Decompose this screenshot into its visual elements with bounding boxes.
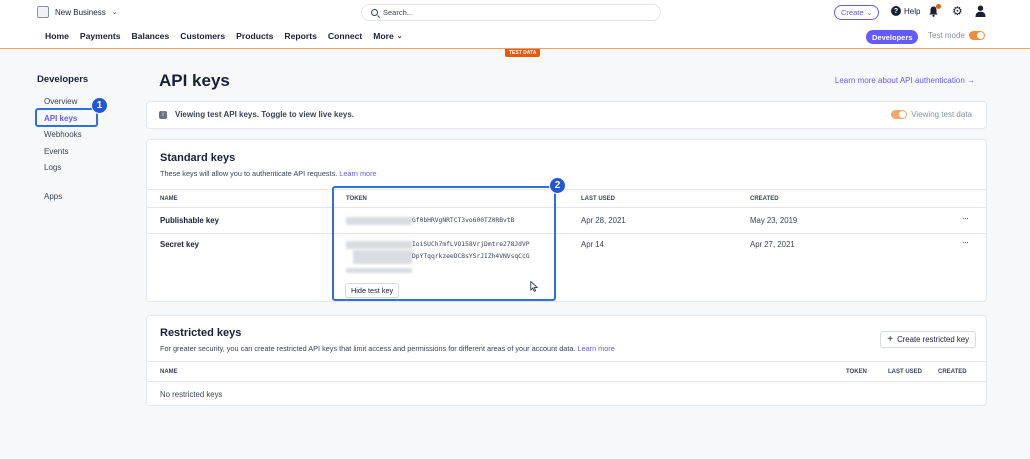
help-icon: ? (891, 6, 901, 16)
sidebar-item-events[interactable]: Events (44, 146, 82, 163)
more-options-icon[interactable]: ··· (962, 237, 969, 247)
account-switcher[interactable]: New Business ⌄ (37, 6, 118, 18)
test-mode-label: Test mode (928, 31, 965, 40)
step-badge-1: 1 (91, 97, 108, 114)
divider (147, 381, 986, 382)
nav-products[interactable]: Products (236, 31, 273, 41)
top-bar: New Business ⌄ Search... Create ⌄ ? Help… (0, 0, 1030, 26)
restricted-keys-card: Restricted keys For greater security, yo… (146, 315, 987, 406)
restricted-keys-subtitle: For greater security, you can create res… (160, 344, 615, 353)
chevron-down-icon: ⌄ (111, 9, 118, 16)
account-icon (37, 6, 49, 18)
empty-state-text: No restricted keys (160, 390, 223, 399)
banner-text: Viewing test API keys. Toggle to view li… (175, 110, 355, 119)
nav-home[interactable]: Home (45, 31, 69, 41)
col-name: NAME (160, 196, 178, 202)
chevron-down-icon: ⌄ (866, 9, 873, 17)
create-label: Create (841, 8, 864, 17)
divider (147, 207, 986, 208)
help-button[interactable]: ? Help (891, 6, 920, 16)
sidebar-title: Developers (37, 74, 89, 85)
highlight-box-api-keys (35, 108, 98, 127)
banner-toggle-label: Viewing test data (911, 110, 972, 119)
col-created: CREATED (750, 196, 779, 202)
account-name: New Business (55, 7, 106, 17)
col-name: NAME (160, 369, 178, 375)
sidebar-item-webhooks[interactable]: Webhooks (44, 129, 82, 146)
publishable-key-name: Publishable key (160, 216, 219, 225)
more-options-icon[interactable]: ··· (962, 213, 969, 223)
divider (147, 361, 986, 362)
mouse-cursor-icon (530, 281, 539, 292)
page-title: API keys (159, 71, 230, 90)
publishable-key-created: May 23, 2019 (750, 216, 798, 225)
secret-key-created: Apr 27, 2021 (750, 240, 795, 249)
divider (147, 189, 986, 190)
viewing-test-data-toggle[interactable]: Viewing test data (891, 110, 972, 119)
restricted-keys-title: Restricted keys (160, 327, 242, 339)
nav-reports[interactable]: Reports (284, 31, 316, 41)
test-data-tag: TEST DATA (505, 49, 541, 57)
secret-key-name: Secret key (160, 240, 200, 249)
developers-button[interactable]: Developers (866, 30, 919, 44)
col-last-used: LAST USED (888, 369, 923, 375)
restricted-keys-learn-more-link[interactable]: Learn more (577, 344, 614, 353)
create-restricted-key-button[interactable]: + Create restricted key (880, 331, 976, 348)
main-nav: Home Payments Balances Customers Product… (0, 26, 1030, 49)
create-button[interactable]: Create ⌄ (834, 5, 880, 20)
step-badge-2: 2 (549, 177, 566, 194)
nav-connect[interactable]: Connect (328, 31, 362, 41)
plus-icon: + (887, 333, 894, 345)
standard-keys-card: Standard keys These keys will allow you … (146, 139, 987, 302)
col-token: TOKEN (846, 369, 867, 375)
help-label: Help (904, 6, 921, 16)
standard-keys-subtitle-text: These keys will allow you to authenticat… (160, 169, 338, 178)
col-last-used: LAST USED (581, 196, 616, 202)
test-keys-banner: i Viewing test API keys. Toggle to view … (146, 101, 987, 129)
highlight-box-token (332, 186, 556, 301)
gear-icon[interactable]: ⚙ (952, 5, 963, 17)
secret-key-last-used: Apr 14 (581, 240, 604, 249)
sidebar-item-apps[interactable]: Apps (44, 191, 82, 208)
nav-more[interactable]: More ⌄ (373, 31, 402, 41)
nav-payments[interactable]: Payments (80, 31, 121, 41)
divider (147, 233, 986, 234)
nav-more-label: More (373, 31, 394, 41)
col-created: CREATED (938, 369, 967, 375)
sidebar-item-logs[interactable]: Logs (44, 162, 82, 179)
search-input[interactable]: Search... (361, 4, 661, 21)
account-icon[interactable] (975, 5, 986, 17)
info-icon: i (159, 111, 167, 119)
publishable-key-last-used: Apr 28, 2021 (581, 216, 626, 225)
standard-keys-title: Standard keys (160, 152, 236, 164)
toggle-switch (891, 110, 908, 119)
standard-keys-subtitle: These keys will allow you to authenticat… (160, 169, 377, 178)
search-placeholder: Search... (383, 8, 414, 17)
standard-keys-learn-more-link[interactable]: Learn more (339, 169, 376, 178)
notification-dot (936, 4, 941, 9)
nav-customers[interactable]: Customers (180, 31, 225, 41)
test-mode-toggle[interactable]: Test mode (928, 31, 985, 40)
restricted-keys-subtitle-text: For greater security, you can create res… (160, 344, 576, 353)
search-icon (371, 9, 378, 16)
toggle-switch (968, 31, 985, 40)
nav-balances[interactable]: Balances (132, 31, 170, 41)
learn-more-auth-link[interactable]: Learn more about API authentication → (835, 76, 975, 85)
chevron-down-icon: ⌄ (396, 33, 403, 40)
create-restricted-key-label: Create restricted key (897, 335, 969, 344)
